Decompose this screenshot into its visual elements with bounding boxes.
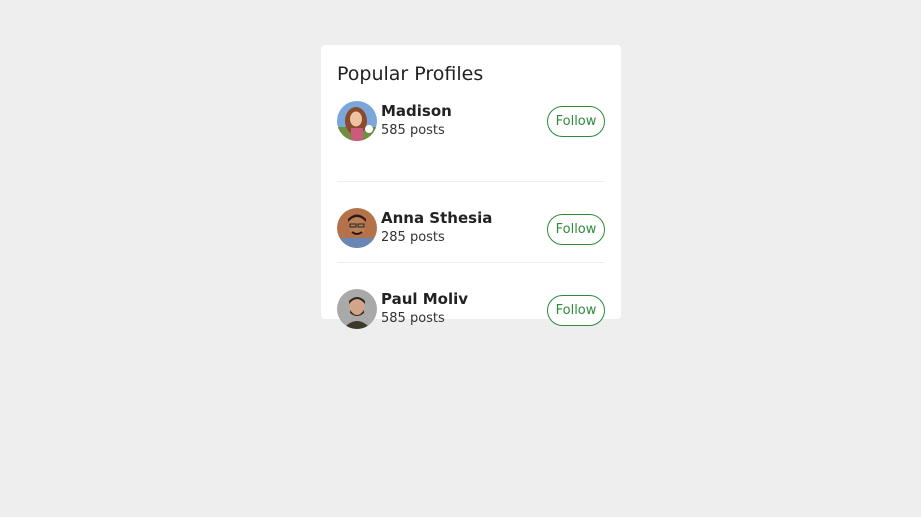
follow-button[interactable]: Follow <box>547 214 605 245</box>
profile-name[interactable]: Madison <box>381 101 452 121</box>
profile-item-madison: Madison 585 posts Follow <box>337 100 605 181</box>
profile-item-paul-moliv: Paul Moliv 585 posts Follow <box>337 262 605 343</box>
avatar[interactable] <box>337 208 377 248</box>
profile-list: Madison 585 posts Follow Anna Sthesia 28… <box>337 100 605 343</box>
profile-info: Anna Sthesia 285 posts <box>381 208 492 247</box>
card-title: Popular Profiles <box>337 63 484 85</box>
follow-button[interactable]: Follow <box>547 106 605 137</box>
profile-post-count: 585 posts <box>381 123 445 138</box>
profile-post-count: 585 posts <box>381 311 445 326</box>
profile-info: Madison 585 posts <box>381 101 452 140</box>
profile-name[interactable]: Anna Sthesia <box>381 208 492 228</box>
avatar[interactable] <box>337 101 377 141</box>
popular-profiles-card: Popular Profiles Madison 585 posts Follo… <box>321 45 621 329</box>
profile-post-count: 285 posts <box>381 230 445 245</box>
profile-item-anna-sthesia: Anna Sthesia 285 posts Follow <box>337 181 605 262</box>
profile-info: Paul Moliv 585 posts <box>381 289 468 328</box>
profile-name[interactable]: Paul Moliv <box>381 289 468 309</box>
follow-button[interactable]: Follow <box>547 295 605 326</box>
avatar[interactable] <box>337 289 377 329</box>
